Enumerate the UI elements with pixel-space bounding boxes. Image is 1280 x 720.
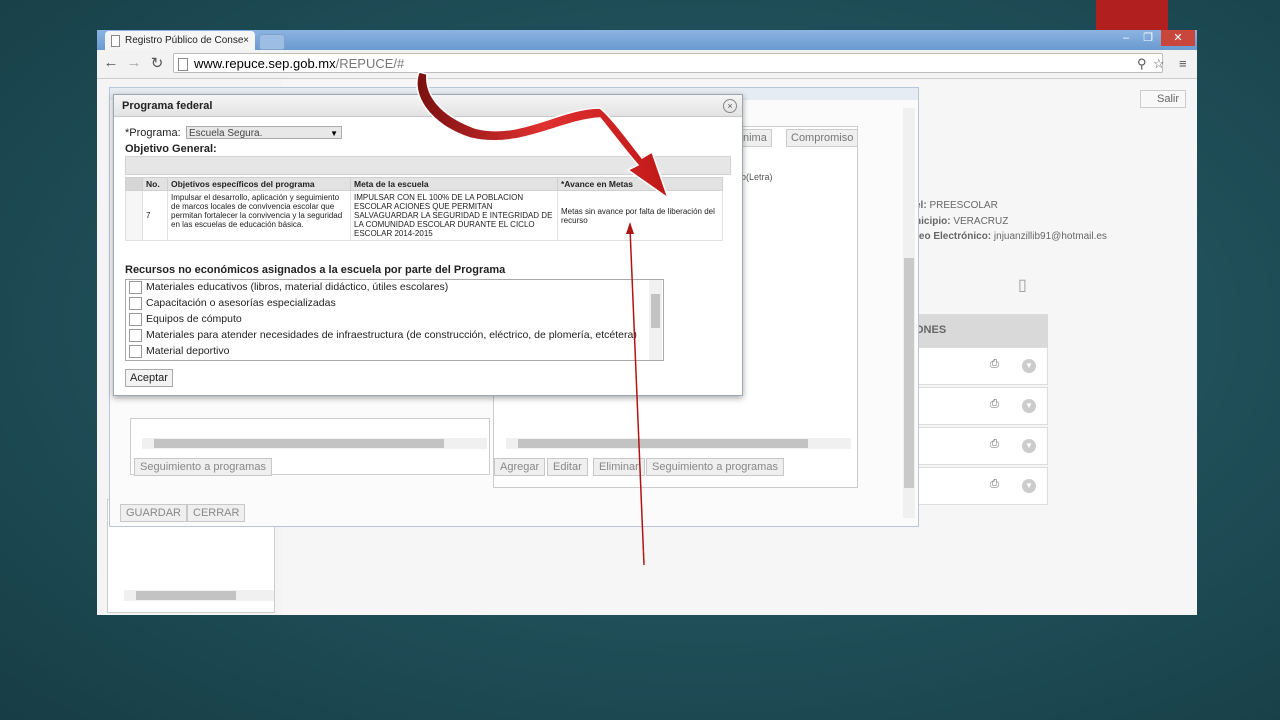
pointer-line xyxy=(629,227,645,566)
curved-arrow-icon xyxy=(416,71,670,200)
annotation-overlay xyxy=(416,71,670,566)
slide-caption: DAR CLICK EN EL ESPACIO DE METAS PARA HA… xyxy=(327,547,943,599)
pointer-arrowhead-icon xyxy=(626,222,634,234)
